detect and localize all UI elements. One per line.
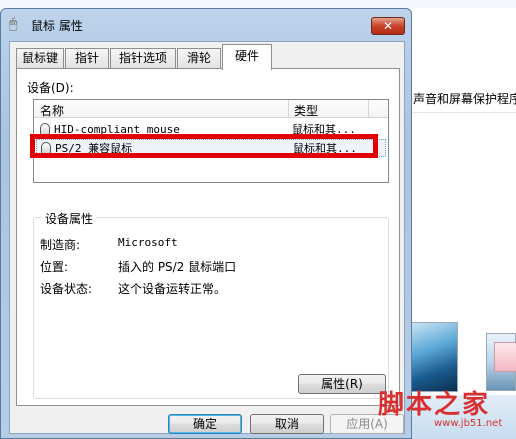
manufacturer-label: 制造商: [40, 238, 81, 252]
device-properties-group: 设备属性 制造商: Microsoft 位置: 插入的 PS/2 鼠标端口 设备… [33, 210, 389, 399]
location-label: 位置: [40, 260, 69, 274]
watermark-logo: 脚本之家 [378, 390, 491, 420]
column-divider[interactable] [368, 100, 369, 118]
mouse-icon: 🖱 [9, 16, 18, 32]
tab-pointers[interactable]: 指针 [65, 48, 109, 68]
column-header-type[interactable]: 类型 [294, 102, 318, 119]
dialog-client-area: 鼠标键 指针 指针选项 滑轮 硬件 设备(D): 名称 类型 HID-compl… [9, 41, 405, 434]
column-divider[interactable] [288, 100, 289, 118]
close-button[interactable]: ✕ [371, 17, 405, 35]
background-divider [412, 112, 516, 113]
background-link-sound-screensaver[interactable]: 声音和屏幕保护程序 [413, 90, 516, 107]
tab-wheel[interactable]: 滑轮 [177, 48, 221, 68]
device-name: HID-compliant mouse [54, 123, 180, 136]
device-status-label: 设备状态: [40, 282, 93, 296]
device-list[interactable]: 名称 类型 HID-compliant mouse 鼠标和其... PS/2 兼… [33, 99, 389, 183]
device-properties-title: 设备属性 [42, 210, 97, 227]
device-status-value: 这个设备运转正常。 [118, 282, 227, 296]
devices-label: 设备(D): [27, 81, 74, 95]
hardware-tab-panel: 设备(D): 名称 类型 HID-compliant mouse 鼠标和其...… [16, 68, 400, 406]
watermark-url: www.jb51.net [434, 418, 503, 429]
manufacturer-value: Microsoft [118, 236, 178, 249]
dialog-title: 鼠标 属性 [31, 19, 83, 33]
theme-thumbnail[interactable] [494, 342, 516, 372]
device-type: 鼠标和其... [293, 142, 357, 155]
cancel-button[interactable]: 取消 [250, 414, 324, 434]
mouse-icon [41, 142, 51, 156]
device-row-selected[interactable]: PS/2 兼容鼠标 鼠标和其... [36, 139, 386, 157]
background-window-strip [0, 0, 516, 8]
watermark: 脚本之家 www.jb51.net [378, 384, 516, 439]
device-type: 鼠标和其... [292, 123, 356, 136]
column-header: 名称 类型 [34, 100, 388, 118]
tab-buttons[interactable]: 鼠标键 [16, 48, 64, 68]
tab-hardware[interactable]: 硬件 [222, 44, 272, 70]
device-row[interactable]: HID-compliant mouse 鼠标和其... [36, 121, 386, 139]
theme-thumbnail[interactable] [408, 322, 458, 392]
column-header-name[interactable]: 名称 [40, 102, 64, 119]
properties-button[interactable]: 属性(R) [298, 374, 386, 394]
ok-button[interactable]: 确定 [168, 414, 242, 434]
device-name: PS/2 兼容鼠标 [55, 142, 133, 155]
location-value: 插入的 PS/2 鼠标端口 [118, 260, 237, 274]
mouse-icon [40, 123, 50, 137]
mouse-properties-dialog: 🖱 鼠标 属性 ✕ 鼠标键 指针 指针选项 滑轮 硬件 设备(D): 名称 类型… [0, 8, 412, 439]
tab-pointer-options[interactable]: 指针选项 [110, 48, 176, 68]
